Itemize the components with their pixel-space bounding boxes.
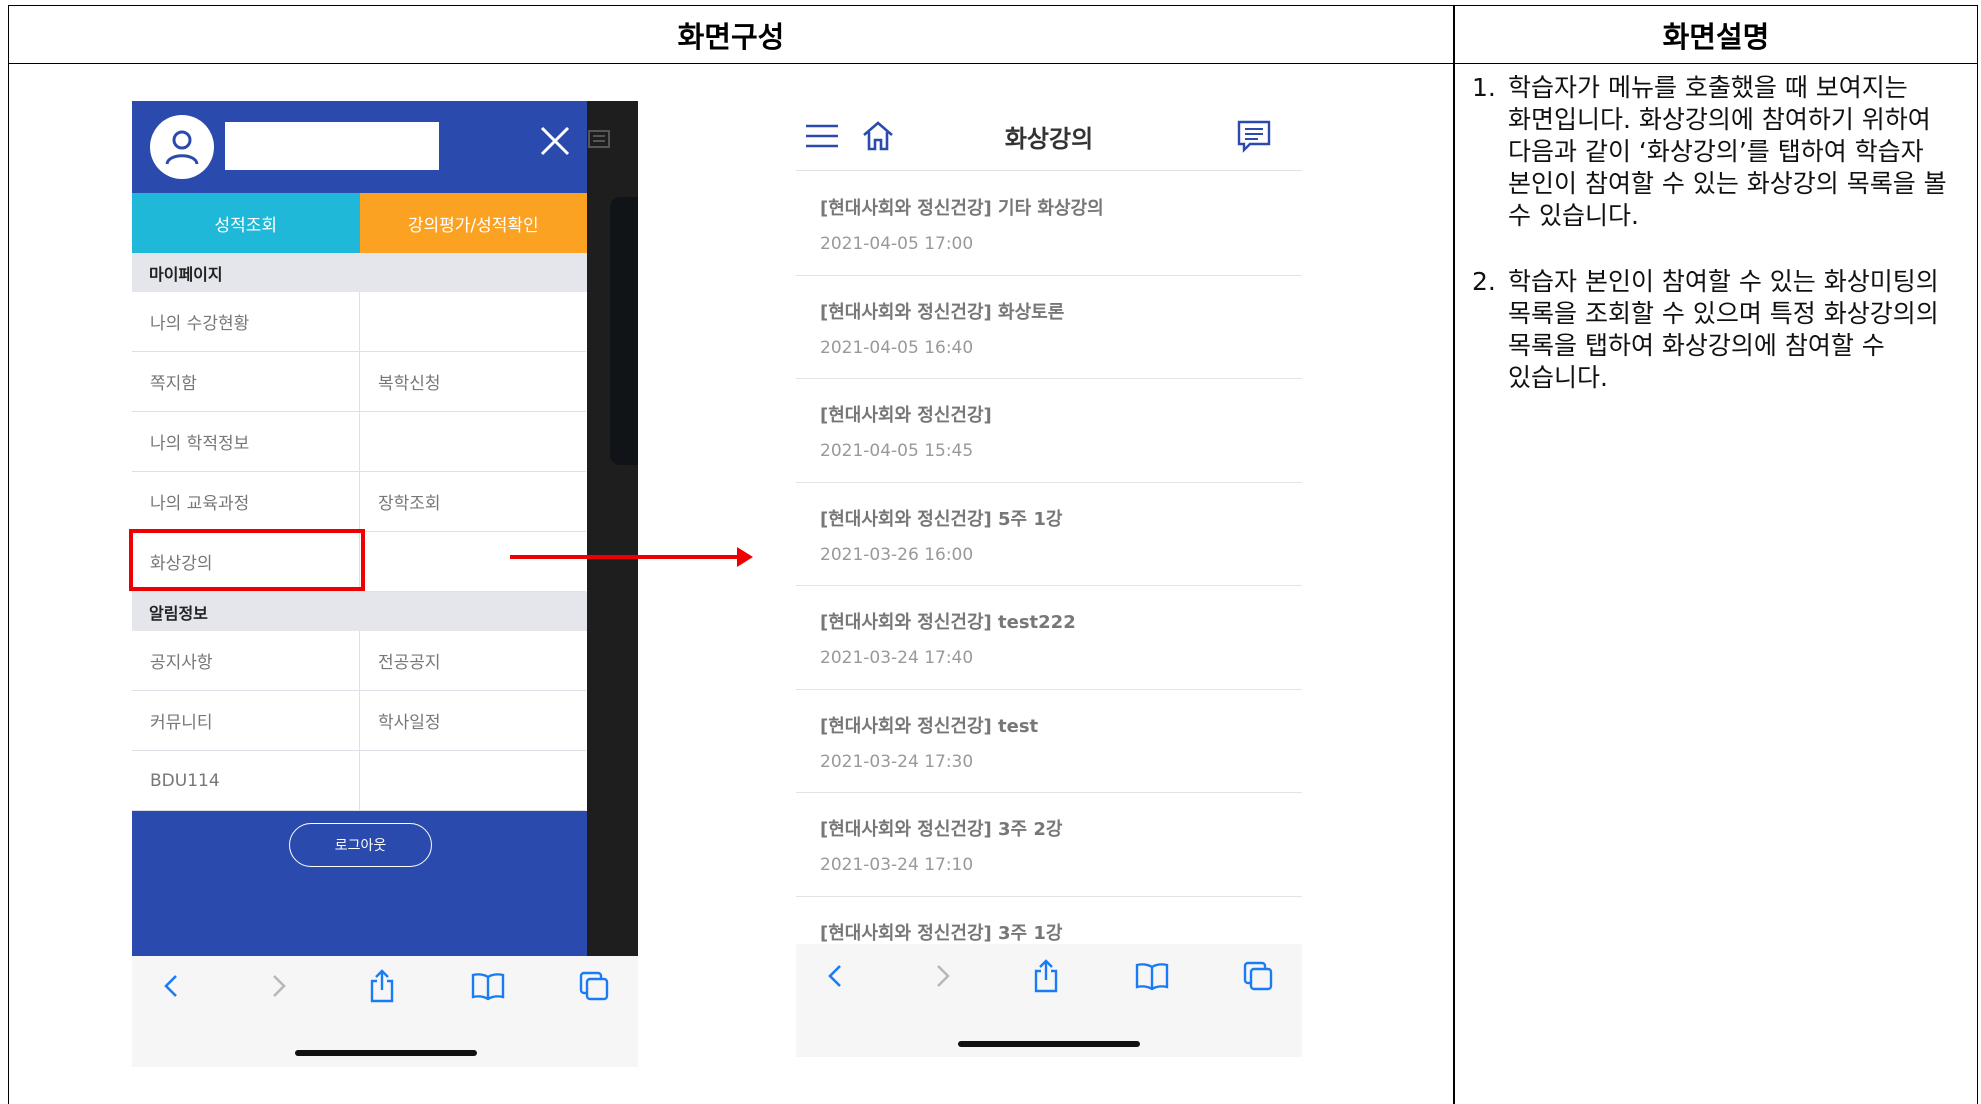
menu-item-major-notices[interactable]: 전공공지 xyxy=(359,631,586,691)
tab-grades[interactable]: 성적조회 xyxy=(132,193,360,253)
notice-grid: 공지사항 전공공지 커뮤니티 학사일정 BDU114 xyxy=(132,631,587,811)
menu-item-readmission[interactable]: 복학신청 xyxy=(359,352,586,412)
description-item: 2. 학습자 본인이 참여할 수 있는 화상미팅의 목록을 조회할 수 있으며 … xyxy=(1462,266,1962,394)
home-icon[interactable] xyxy=(860,118,896,154)
chat-icon[interactable] xyxy=(1236,118,1272,154)
menu-item-messages[interactable]: 쪽지함 xyxy=(132,352,359,412)
browser-toolbar xyxy=(132,956,638,1067)
user-icon xyxy=(165,130,199,165)
list-item[interactable]: [현대사회와 정신건강] test 2021-03-24 17:30 xyxy=(796,690,1302,793)
header-screen-layout: 화면구성 xyxy=(677,20,785,54)
pointer-arrow-head xyxy=(737,547,753,567)
lecture-title: [현대사회와 정신건강] 화상토론 xyxy=(820,301,1065,323)
lecture-title: [현대사회와 정신건강] xyxy=(820,405,992,426)
description-number: 1. xyxy=(1472,73,1496,102)
description-text: 학습자 본인이 참여할 수 있는 화상미팅의 목록을 조회할 수 있으며 특정 … xyxy=(1508,267,1939,392)
list-item[interactable]: [현대사회와 정신건강] 2021-04-05 15:45 xyxy=(796,379,1302,483)
share-icon[interactable] xyxy=(364,968,400,1004)
hamburger-icon[interactable] xyxy=(804,118,840,154)
bookmarks-icon[interactable] xyxy=(470,968,506,1004)
back-icon[interactable] xyxy=(154,968,190,1004)
tabs-icon[interactable] xyxy=(1240,958,1276,994)
list-item[interactable]: [현대사회와 정신건강] 기타 화상강의 2021-04-05 17:00 xyxy=(796,172,1302,276)
menu-item-bdu114[interactable]: BDU114 xyxy=(132,751,359,811)
menu-item-empty xyxy=(359,292,586,352)
menu-item-calendar[interactable]: 학사일정 xyxy=(359,691,586,751)
lecture-date: 2021-03-24 17:40 xyxy=(820,648,974,668)
dimmed-background xyxy=(587,101,638,956)
description-text: 학습자가 메뉴를 호출했을 때 보여지는 화면입니다. 화상강의에 참여하기 위… xyxy=(1508,73,1947,230)
phone-lecture-screenshot: 화상강의 [현대사회와 정신건강] 기타 화상강의 2021-04-05 17:… xyxy=(796,101,1302,1057)
menu-item-academic-info[interactable]: 나의 학적정보 xyxy=(132,412,359,472)
bookmarks-icon[interactable] xyxy=(1134,958,1170,994)
lecture-title: [현대사회와 정신건강] test222 xyxy=(820,612,1076,633)
column-divider xyxy=(1453,6,1455,1104)
lecture-date: 2021-03-24 17:10 xyxy=(820,855,974,875)
menu-item-notices[interactable]: 공지사항 xyxy=(132,631,359,691)
pointer-arrow-line xyxy=(510,555,742,559)
chat-icon xyxy=(587,128,611,158)
description-list: 1. 학습자가 메뉴를 호출했을 때 보여지는 화면입니다. 화상강의에 참여하… xyxy=(1462,72,1962,428)
list-item[interactable]: [현대사회와 정신건강] 5주 1강 2021-03-26 16:00 xyxy=(796,483,1302,586)
list-item[interactable]: [현대사회와 정신건강] 화상토론 2021-04-05 16:40 xyxy=(796,276,1302,379)
section-notice-header: 알림정보 xyxy=(132,592,587,631)
dimmed-panel xyxy=(610,197,638,465)
tabs-icon[interactable] xyxy=(576,968,612,1004)
header-screen-description: 화면설명 xyxy=(1662,20,1770,54)
browser-toolbar-icons xyxy=(796,958,1302,1008)
home-indicator xyxy=(958,1041,1140,1047)
avatar[interactable] xyxy=(150,115,214,179)
description-item: 1. 학습자가 메뉴를 호출했을 때 보여지는 화면입니다. 화상강의에 참여하… xyxy=(1462,72,1962,232)
lecture-date: 2021-03-24 17:30 xyxy=(820,751,974,772)
menu-tabs: 성적조회 강의평가/성적확인 xyxy=(132,193,587,253)
user-name-field xyxy=(225,122,439,170)
description-number: 2. xyxy=(1472,267,1496,296)
close-icon[interactable] xyxy=(537,123,573,159)
menu-item-community[interactable]: 커뮤니티 xyxy=(132,691,359,751)
tab-evaluation[interactable]: 강의평가/성적확인 xyxy=(359,193,587,253)
section-mypage-header: 마이페이지 xyxy=(132,253,587,292)
menu-item-my-courses[interactable]: 나의 수강현황 xyxy=(132,292,359,352)
list-item[interactable]: [현대사회와 정신건강] test222 2021-03-24 17:40 xyxy=(796,586,1302,690)
home-indicator xyxy=(295,1050,477,1056)
menu-item-curriculum[interactable]: 나의 교육과정 xyxy=(132,472,359,532)
lecture-title: [현대사회와 정신건강] 5주 1강 xyxy=(820,508,1063,530)
browser-toolbar xyxy=(796,944,1302,1057)
menu-item-scholarship[interactable]: 장학조회 xyxy=(359,472,586,532)
menu-item-empty xyxy=(359,412,586,472)
lecture-date: 2021-03-26 16:00 xyxy=(820,544,974,565)
lecture-date: 2021-04-05 17:00 xyxy=(820,234,974,254)
lecture-title: [현대사회와 정신건강] 3주 2강 xyxy=(820,819,1063,840)
list-item[interactable]: [현대사회와 정신건강] 3주 2강 2021-03-24 17:10 xyxy=(796,793,1302,897)
forward-icon[interactable] xyxy=(924,958,960,994)
lecture-date: 2021-04-05 15:45 xyxy=(820,441,974,461)
highlight-box xyxy=(129,529,365,591)
back-icon[interactable] xyxy=(818,958,854,994)
logout-button[interactable]: 로그아웃 xyxy=(289,823,432,867)
lecture-title: [현대사회와 정신건강] 기타 화상강의 xyxy=(820,198,1104,219)
forward-icon[interactable] xyxy=(260,968,296,1004)
menu-header xyxy=(132,101,587,193)
lecture-list: [현대사회와 정신건강] 기타 화상강의 2021-04-05 17:00 [현… xyxy=(796,172,1302,1000)
app-header: 화상강의 xyxy=(796,101,1302,171)
menu-item-empty xyxy=(359,532,586,592)
share-icon[interactable] xyxy=(1028,958,1064,994)
menu-item-empty xyxy=(359,751,586,811)
lecture-date: 2021-04-05 16:40 xyxy=(820,337,974,358)
browser-toolbar-icons xyxy=(132,968,638,1018)
lecture-title: [현대사회와 정신건강] test xyxy=(820,715,1039,737)
lecture-title: [현대사회와 정신건강] 3주 1강 xyxy=(820,922,1063,944)
